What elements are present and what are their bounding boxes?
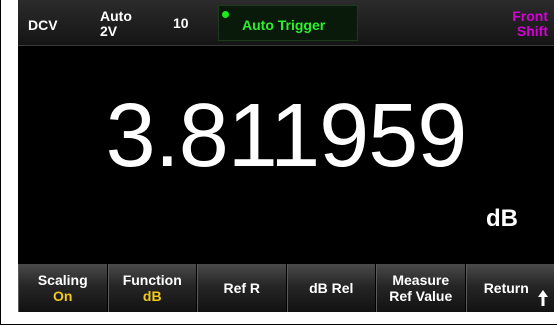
front-label: Front — [512, 8, 548, 24]
range-indicator: Auto 2V — [100, 9, 132, 39]
softkey-label: dB Rel — [309, 280, 354, 296]
arrow-up-icon — [538, 290, 548, 306]
reading-unit: dB — [486, 205, 518, 232]
trigger-status: Auto Trigger — [218, 5, 358, 41]
function-softkey[interactable]: Function dB — [107, 264, 197, 312]
main-reading: 3.811959 — [105, 86, 468, 186]
instrument-frame: DCV Auto 2V 10 Auto Trigger Front Shift … — [0, 0, 557, 325]
softkey-label: Measure — [392, 272, 450, 288]
softkey-value: On — [53, 288, 73, 304]
frame-left-border — [0, 0, 1, 325]
measure-ref-value-softkey[interactable]: Measure Ref Value — [376, 264, 466, 312]
softkey-label: Function — [122, 272, 182, 288]
ref-r-softkey[interactable]: Ref R — [197, 264, 287, 312]
measurement-mode: DCV — [28, 17, 58, 33]
softkey-value: dB — [142, 288, 162, 304]
scaling-softkey[interactable]: Scaling On — [18, 264, 108, 312]
softkey-label-line2: Ref Value — [389, 288, 453, 304]
front-shift-indicator: Front Shift — [512, 9, 548, 39]
softkey-label: Ref R — [223, 280, 261, 296]
trigger-label: Auto Trigger — [242, 17, 326, 33]
softkey-label: Scaling — [37, 272, 88, 288]
digits-indicator: 10 — [173, 15, 189, 31]
multimeter-screen: DCV Auto 2V 10 Auto Trigger Front Shift … — [18, 0, 554, 312]
softkey-label: Return — [483, 280, 529, 296]
db-rel-softkey[interactable]: dB Rel — [286, 264, 376, 312]
range-value-label: 2V — [100, 23, 118, 39]
softkey-bar: Scaling On Function dB Ref R dB Rel Meas… — [18, 264, 554, 312]
status-bar: DCV Auto 2V 10 Auto Trigger Front Shift — [18, 0, 554, 46]
return-softkey[interactable]: Return — [465, 264, 554, 312]
range-auto-label: Auto — [100, 8, 132, 24]
shift-label: Shift — [516, 23, 548, 39]
green-dot-icon — [222, 11, 229, 18]
